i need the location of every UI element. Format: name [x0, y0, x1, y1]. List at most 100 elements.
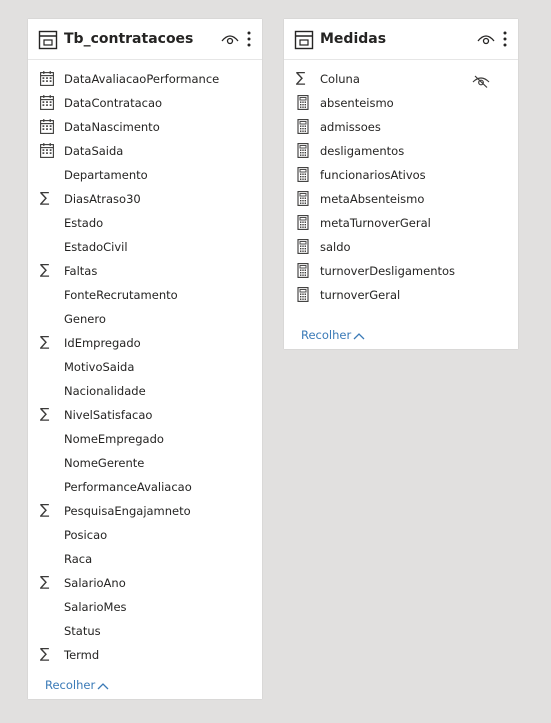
- field-item-data-saida[interactable]: DataSaida: [28, 139, 262, 163]
- field-label: DataContratacao: [64, 96, 163, 110]
- field-list: DataAvaliacaoPerformance DataContratacao D…: [28, 67, 262, 667]
- field-label: Raca: [64, 552, 93, 566]
- field-item-absenteismo[interactable]: absenteismo: [284, 91, 518, 115]
- field-label: PesquisaEngajamneto: [64, 504, 191, 518]
- field-label: MotivoSaida: [64, 360, 135, 374]
- field-item-funcionarios-ativos[interactable]: funcionariosAtivos: [284, 163, 518, 187]
- field-label: SalarioAno: [64, 576, 126, 590]
- eye-icon[interactable]: [477, 33, 495, 45]
- field-item-pesquisa-engajamneto[interactable]: ∑ PesquisaEngajamneto: [28, 499, 262, 523]
- sigma-icon: ∑: [40, 406, 50, 422]
- field-item-data-contratacao[interactable]: DataContratacao: [28, 91, 262, 115]
- field-label: Estado: [64, 216, 104, 230]
- table-card-header[interactable]: Medidas: [284, 19, 518, 60]
- calendar-icon: [40, 71, 54, 86]
- field-label: DiasAtraso30: [64, 192, 141, 206]
- field-item-desligamentos[interactable]: desligamentos: [284, 139, 518, 163]
- field-item-estado-civil[interactable]: EstadoCivil: [28, 235, 262, 259]
- table-card-tb-contratacoes[interactable]: Tb_contratacoes DataAvaliacaoPerformance…: [28, 19, 262, 699]
- field-item-turnover-desligamentos[interactable]: turnoverDesligamentos: [284, 259, 518, 283]
- field-item-genero[interactable]: Genero: [28, 307, 262, 331]
- field-item-nome-gerente[interactable]: NomeGerente: [28, 451, 262, 475]
- field-label: EstadoCivil: [64, 240, 128, 254]
- calculator-icon: [296, 287, 310, 302]
- field-item-saldo[interactable]: saldo: [284, 235, 518, 259]
- field-item-meta-turnover-geral[interactable]: metaTurnoverGeral: [284, 211, 518, 235]
- field-label: Faltas: [64, 264, 98, 278]
- collapse-link[interactable]: Recolher: [301, 328, 365, 342]
- eye-icon[interactable]: [221, 33, 239, 45]
- field-label: Genero: [64, 312, 106, 326]
- field-label: Departamento: [64, 168, 148, 182]
- table-card-medidas[interactable]: Medidas ∑ Coluna absenteismo admissoes desli…: [284, 19, 518, 349]
- table-title: Tb_contratacoes: [64, 31, 194, 47]
- collapse-label: Recolher: [45, 678, 96, 692]
- field-label: NomeGerente: [64, 456, 145, 470]
- field-item-nacionalidade[interactable]: Nacionalidade: [28, 379, 262, 403]
- field-list: ∑ Coluna absenteismo admissoes desligamentos…: [284, 67, 518, 307]
- field-item-fonte-recrutamento[interactable]: FonteRecrutamento: [28, 283, 262, 307]
- calculator-icon: [296, 215, 310, 230]
- field-label: NomeEmpregado: [64, 432, 164, 446]
- field-item-meta-absenteismo[interactable]: metaAbsenteismo: [284, 187, 518, 211]
- chevron-up-icon: [97, 682, 109, 689]
- field-item-data-nascimento[interactable]: DataNascimento: [28, 115, 262, 139]
- field-label: SalarioMes: [64, 600, 127, 614]
- collapse-label: Recolher: [301, 328, 352, 342]
- field-item-coluna[interactable]: ∑ Coluna: [284, 67, 518, 91]
- field-item-nome-empregado[interactable]: NomeEmpregado: [28, 427, 262, 451]
- sigma-icon: ∑: [40, 190, 50, 206]
- field-item-departamento[interactable]: Departamento: [28, 163, 262, 187]
- field-item-performance-avaliacao[interactable]: PerformanceAvaliacao: [28, 475, 262, 499]
- field-label: Posicao: [64, 528, 108, 542]
- field-label: admissoes: [320, 120, 381, 134]
- field-item-admissoes[interactable]: admissoes: [284, 115, 518, 139]
- field-label: IdEmpregado: [64, 336, 141, 350]
- table-card-header[interactable]: Tb_contratacoes: [28, 19, 262, 60]
- field-label: Nacionalidade: [64, 384, 146, 398]
- more-options-icon[interactable]: [501, 30, 509, 48]
- sigma-icon: ∑: [40, 646, 50, 662]
- eye-hidden-icon[interactable]: [472, 73, 490, 88]
- sigma-icon: ∑: [296, 70, 306, 86]
- table-icon: [294, 30, 314, 50]
- field-item-nivel-satisfacao[interactable]: ∑ NivelSatisfacao: [28, 403, 262, 427]
- field-item-faltas[interactable]: ∑ Faltas: [28, 259, 262, 283]
- table-title: Medidas: [320, 31, 387, 47]
- calculator-icon: [296, 263, 310, 278]
- field-label: FonteRecrutamento: [64, 288, 178, 302]
- field-item-estado[interactable]: Estado: [28, 211, 262, 235]
- field-item-termd[interactable]: ∑ Termd: [28, 643, 262, 667]
- calculator-icon: [296, 239, 310, 254]
- more-options-icon[interactable]: [245, 30, 253, 48]
- field-label: DataAvaliacaoPerformance: [64, 72, 220, 86]
- field-label: NivelSatisfacao: [64, 408, 153, 422]
- sigma-icon: ∑: [40, 574, 50, 590]
- field-item-dias-atraso30[interactable]: ∑ DiasAtraso30: [28, 187, 262, 211]
- field-item-status[interactable]: Status: [28, 619, 262, 643]
- field-label: DataNascimento: [64, 120, 160, 134]
- field-item-id-empregado[interactable]: ∑ IdEmpregado: [28, 331, 262, 355]
- calculator-icon: [296, 167, 310, 182]
- field-label: saldo: [320, 240, 351, 254]
- field-item-turnover-geral[interactable]: turnoverGeral: [284, 283, 518, 307]
- field-label: metaAbsenteismo: [320, 192, 425, 206]
- collapse-link[interactable]: Recolher: [45, 678, 109, 692]
- calculator-icon: [296, 119, 310, 134]
- field-label: PerformanceAvaliacao: [64, 480, 192, 494]
- field-label: desligamentos: [320, 144, 405, 158]
- calendar-icon: [40, 95, 54, 110]
- field-item-posicao[interactable]: Posicao: [28, 523, 262, 547]
- field-label: funcionariosAtivos: [320, 168, 426, 182]
- field-label: Coluna: [320, 72, 360, 86]
- field-item-salario-ano[interactable]: ∑ SalarioAno: [28, 571, 262, 595]
- field-label: Status: [64, 624, 101, 638]
- calendar-icon: [40, 143, 54, 158]
- chevron-up-icon: [353, 332, 365, 339]
- sigma-icon: ∑: [40, 334, 50, 350]
- field-item-salario-mes[interactable]: SalarioMes: [28, 595, 262, 619]
- field-item-data-avaliacao-performance[interactable]: DataAvaliacaoPerformance: [28, 67, 262, 91]
- field-item-motivo-saida[interactable]: MotivoSaida: [28, 355, 262, 379]
- sigma-icon: ∑: [40, 502, 50, 518]
- field-item-raca[interactable]: Raca: [28, 547, 262, 571]
